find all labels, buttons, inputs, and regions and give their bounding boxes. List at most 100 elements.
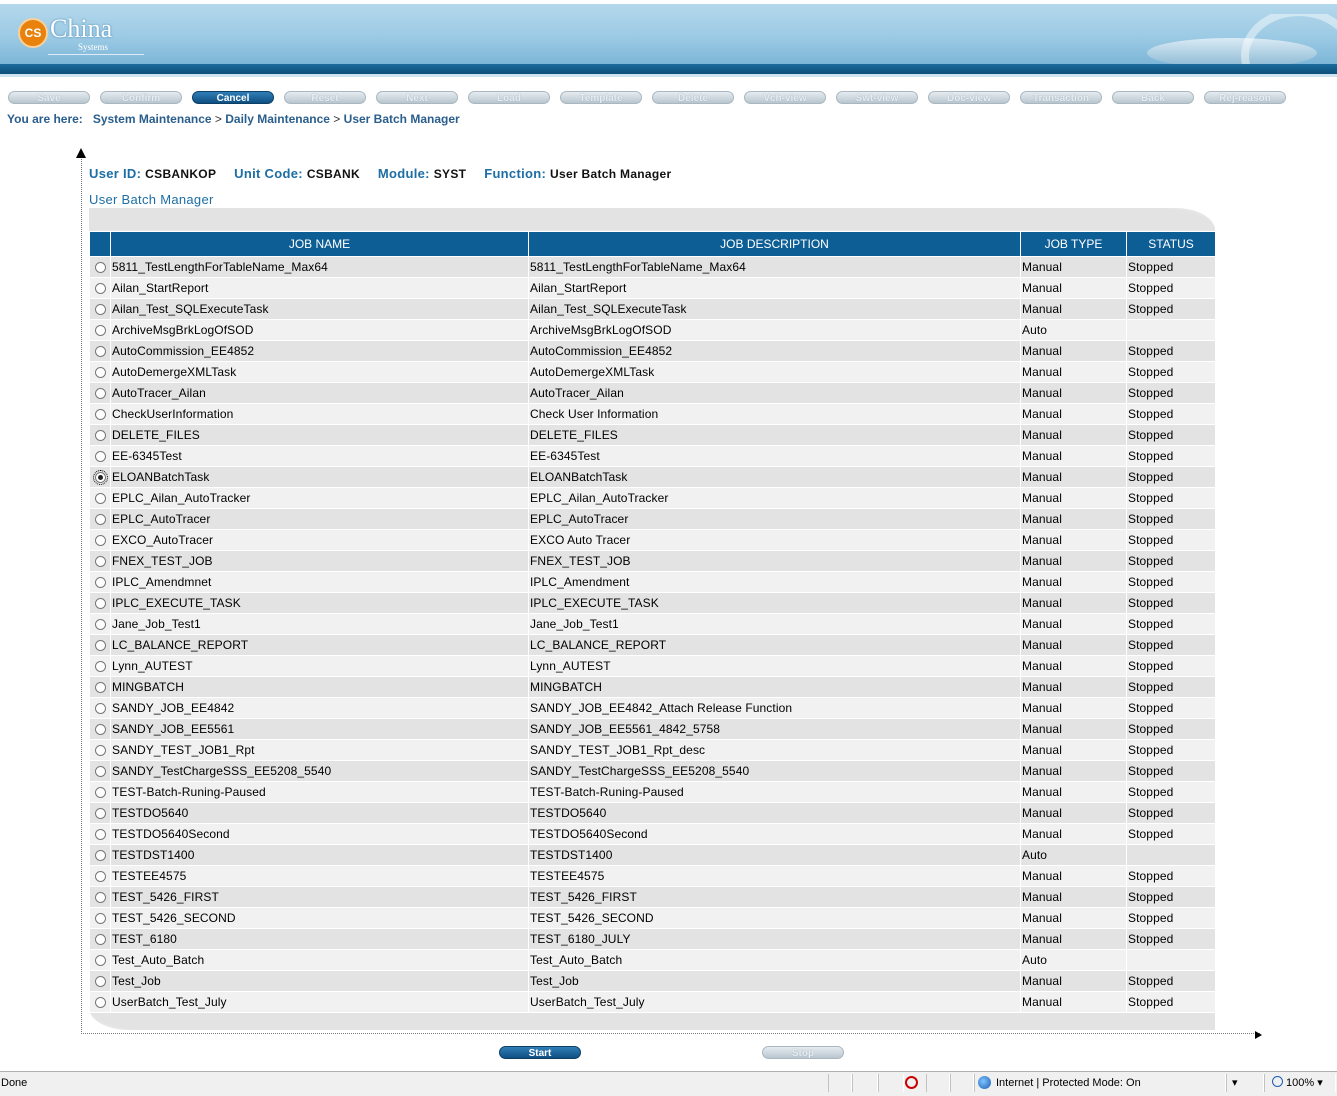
table-row[interactable]: AutoDemergeXMLTask AutoDemergeXMLTask Manu… <box>89 361 1216 383</box>
transaction-button[interactable]: Transaction <box>1020 91 1102 104</box>
breadcrumb-system-maintenance[interactable]: System Maintenance <box>93 112 212 126</box>
stop-button[interactable]: Stop <box>762 1046 844 1059</box>
save-button[interactable]: Save <box>8 91 90 104</box>
table-row[interactable]: SANDY_JOB_EE4842 SANDY_JOB_EE4842_Attach … <box>89 697 1216 719</box>
table-row[interactable]: TEST_5426_FIRST TEST_5426_FIRST Manual Stop… <box>89 886 1216 908</box>
row-select-radio[interactable] <box>95 787 106 799</box>
row-select-radio[interactable] <box>95 430 106 442</box>
table-row[interactable]: Lynn_AUTEST Lynn_AUTEST Manual Stopped <box>89 655 1216 677</box>
doc-view-button[interactable]: Doc-view <box>928 91 1010 104</box>
cancel-button[interactable]: Cancel <box>192 91 274 104</box>
breadcrumb-daily-maintenance[interactable]: Daily Maintenance <box>225 112 330 126</box>
row-select-radio[interactable] <box>95 892 106 904</box>
row-select-radio[interactable] <box>95 745 106 757</box>
table-row[interactable]: ELOANBatchTask ELOANBatchTask Manual Stoppe… <box>89 466 1216 488</box>
row-select-radio[interactable] <box>95 976 106 988</box>
table-row[interactable]: EE-6345Test EE-6345Test Manual Stopped <box>89 445 1216 467</box>
load-button[interactable]: Load <box>468 91 550 104</box>
header-job-description[interactable]: JOB DESCRIPTION <box>528 231 1021 257</box>
table-row[interactable]: EPLC_Ailan_AutoTracker EPLC_Ailan_AutoTra… <box>89 487 1216 509</box>
row-select-radio[interactable] <box>95 535 106 547</box>
row-select-radio[interactable] <box>95 934 106 946</box>
header-status[interactable]: STATUS <box>1126 231 1216 257</box>
row-select-radio[interactable] <box>95 493 106 505</box>
start-button[interactable]: Start <box>499 1046 581 1059</box>
table-row[interactable]: UserBatch_Test_July UserBatch_Test_July Ma… <box>89 991 1216 1013</box>
table-row[interactable]: AutoCommission_EE4852 AutoCommission_EE48… <box>89 340 1216 362</box>
row-select-radio[interactable] <box>95 682 106 694</box>
zoom-control[interactable]: 100% ▾ <box>1272 1076 1323 1089</box>
table-row[interactable]: AutoTracer_Ailan AutoTracer_Ailan Manual St… <box>89 382 1216 404</box>
delete-button[interactable]: Delete <box>652 91 734 104</box>
table-row[interactable]: TESTDST1400 TESTDST1400 Auto <box>89 844 1216 866</box>
row-select-radio[interactable] <box>95 619 106 631</box>
unit-code: CSBANK <box>306 167 360 181</box>
row-select-radio[interactable] <box>95 871 106 883</box>
row-select-radio[interactable] <box>95 997 106 1009</box>
row-select-radio[interactable] <box>95 577 106 589</box>
table-row[interactable]: TESTEE4575 TESTEE4575 Manual Stopped <box>89 865 1216 887</box>
row-select-radio[interactable] <box>95 808 106 820</box>
table-row[interactable]: TEST-Batch-Runing-Paused TEST-Batch-Runin… <box>89 781 1216 803</box>
table-row[interactable]: Test_Job Test_Job Manual Stopped <box>89 970 1216 992</box>
header-job-type[interactable]: JOB TYPE <box>1020 231 1127 257</box>
row-select-radio[interactable] <box>95 850 106 862</box>
template-button[interactable]: Template <box>560 91 642 104</box>
row-select-radio[interactable] <box>95 640 106 652</box>
row-select-radio[interactable] <box>95 388 106 400</box>
row-select-radio[interactable] <box>93 470 108 486</box>
row-select-radio[interactable] <box>95 829 106 841</box>
vch-view-button[interactable]: Vch-view <box>744 91 826 104</box>
table-row[interactable]: FNEX_TEST_JOB FNEX_TEST_JOB Manual Stopped <box>89 550 1216 572</box>
table-row[interactable]: Ailan_StartReport Ailan_StartReport Manual… <box>89 277 1216 299</box>
table-row[interactable]: IPLC_EXECUTE_TASK IPLC_EXECUTE_TASK Manual… <box>89 592 1216 614</box>
table-row[interactable]: ArchiveMsgBrkLogOfSOD ArchiveMsgBrkLogOfS… <box>89 319 1216 341</box>
table-row[interactable]: SANDY_TEST_JOB1_Rpt SANDY_TEST_JOB1_Rpt_d… <box>89 739 1216 761</box>
table-row[interactable]: TESTDO5640 TESTDO5640 Manual Stopped <box>89 802 1216 824</box>
confirm-button[interactable]: Confirm <box>100 91 182 104</box>
table-row[interactable]: EPLC_AutoTracer EPLC_AutoTracer Manual Stop… <box>89 508 1216 530</box>
back-button[interactable]: Back <box>1112 91 1194 104</box>
table-row[interactable]: TEST_6180 TEST_6180_JULY Manual Stopped <box>89 928 1216 950</box>
row-select-radio[interactable] <box>95 598 106 610</box>
row-select-radio[interactable] <box>95 325 106 337</box>
table-row[interactable]: TEST_5426_SECOND TEST_5426_SECOND Manual St… <box>89 907 1216 929</box>
popup-blocker-icon[interactable] <box>905 1076 918 1089</box>
swt-view-button[interactable]: Swt-view <box>836 91 918 104</box>
row-select-radio[interactable] <box>95 556 106 568</box>
rej-reason-button[interactable]: Rej-reason <box>1204 91 1286 104</box>
row-select-radio[interactable] <box>95 451 106 463</box>
table-row[interactable]: IPLC_Amendmnet IPLC_Amendment Manual Stoppe… <box>89 571 1216 593</box>
header-job-name[interactable]: JOB NAME <box>110 231 529 257</box>
row-select-radio[interactable] <box>95 661 106 673</box>
row-select-radio[interactable] <box>95 724 106 736</box>
table-row[interactable]: Ailan_Test_SQLExecuteTask Ailan_Test_SQLE… <box>89 298 1216 320</box>
table-row[interactable]: LC_BALANCE_REPORT LC_BALANCE_REPORT Manual… <box>89 634 1216 656</box>
row-select-radio[interactable] <box>95 766 106 778</box>
table-row[interactable]: DELETE_FILES DELETE_FILES Manual Stopped <box>89 424 1216 446</box>
row-select-radio[interactable] <box>95 367 106 379</box>
row-select-radio[interactable] <box>95 913 106 925</box>
reset-button[interactable]: Reset <box>284 91 366 104</box>
table-row[interactable]: SANDY_TestChargeSSS_EE5208_5540 SANDY_Tes… <box>89 760 1216 782</box>
breadcrumb-user-batch-manager[interactable]: User Batch Manager <box>344 112 460 126</box>
job-name-cell: EPLC_Ailan_AutoTracker <box>110 487 529 509</box>
table-row[interactable]: CheckUserInformation Check User Informati… <box>89 403 1216 425</box>
table-row[interactable]: MINGBATCH MINGBATCH Manual Stopped <box>89 676 1216 698</box>
row-select-radio[interactable] <box>95 409 106 421</box>
table-row[interactable]: Jane_Job_Test1 Jane_Job_Test1 Manual Stoppe… <box>89 613 1216 635</box>
table-row[interactable]: SANDY_JOB_EE5561 SANDY_JOB_EE5561_4842_57… <box>89 718 1216 740</box>
row-select-radio[interactable] <box>95 955 106 967</box>
row-select-radio[interactable] <box>95 703 106 715</box>
protected-mode-dropdown-icon[interactable]: ▾ <box>1232 1076 1238 1089</box>
next-button[interactable]: Next <box>376 91 458 104</box>
table-row[interactable]: EXCO_AutoTracer EXCO Auto Tracer Manual Sto… <box>89 529 1216 551</box>
row-select-radio[interactable] <box>95 514 106 526</box>
row-select-radio[interactable] <box>95 283 106 295</box>
table-row[interactable]: TESTDO5640Second TESTDO5640Second Manual St… <box>89 823 1216 845</box>
row-select-radio[interactable] <box>95 346 106 358</box>
row-select-radio[interactable] <box>95 262 106 274</box>
table-row[interactable]: 5811_TestLengthForTableName_Max64 5811_Te… <box>89 256 1216 278</box>
table-row[interactable]: Test_Auto_Batch Test_Auto_Batch Auto <box>89 949 1216 971</box>
row-select-radio[interactable] <box>95 304 106 316</box>
